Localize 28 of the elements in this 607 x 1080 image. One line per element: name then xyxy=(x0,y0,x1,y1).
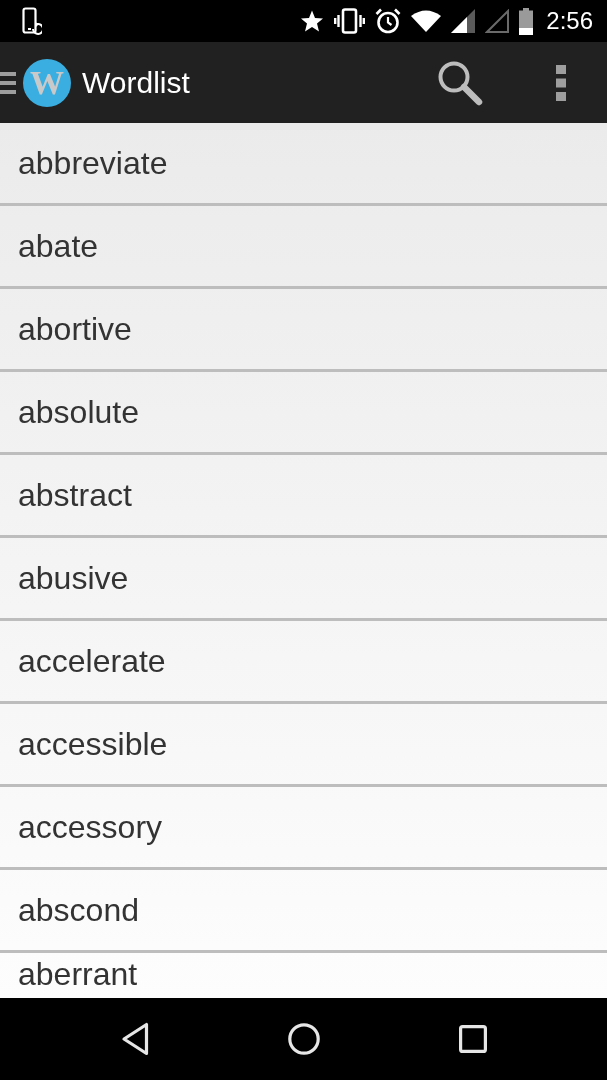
word-list-item[interactable]: absolute xyxy=(0,372,607,455)
word-list-item[interactable]: accelerate xyxy=(0,621,607,704)
app-title: Wordlist xyxy=(82,66,190,99)
word-list-item[interactable]: accessible xyxy=(0,704,607,787)
phone-rotate-icon xyxy=(22,7,42,35)
vibrate-icon xyxy=(334,8,366,34)
clock-time: 2:56 xyxy=(546,9,593,33)
recent-apps-icon[interactable] xyxy=(458,1025,487,1053)
alarm-clock-icon xyxy=(375,8,402,34)
app-logo: W xyxy=(23,58,71,107)
word-list-item[interactable]: abate xyxy=(0,206,607,289)
menu-icon[interactable] xyxy=(0,70,16,95)
back-icon[interactable] xyxy=(120,1022,149,1056)
wifi-icon xyxy=(411,10,442,32)
word-list-item[interactable]: abbreviate xyxy=(0,123,607,206)
search-icon[interactable] xyxy=(437,59,483,106)
battery-icon xyxy=(519,7,534,35)
star-icon xyxy=(300,9,325,33)
word-list-item[interactable]: abscond xyxy=(0,870,607,953)
more-options-icon[interactable] xyxy=(555,64,567,101)
word-list-item[interactable]: abusive xyxy=(0,538,607,621)
empty-signal-icon xyxy=(485,9,510,33)
word-list-item[interactable]: accessory xyxy=(0,787,607,870)
signal-icon xyxy=(451,9,476,33)
word-list-item[interactable]: aberrant xyxy=(0,953,607,998)
word-list-item[interactable]: abstract xyxy=(0,455,607,538)
word-list-item[interactable]: abortive xyxy=(0,289,607,372)
home-icon[interactable] xyxy=(287,1023,320,1055)
